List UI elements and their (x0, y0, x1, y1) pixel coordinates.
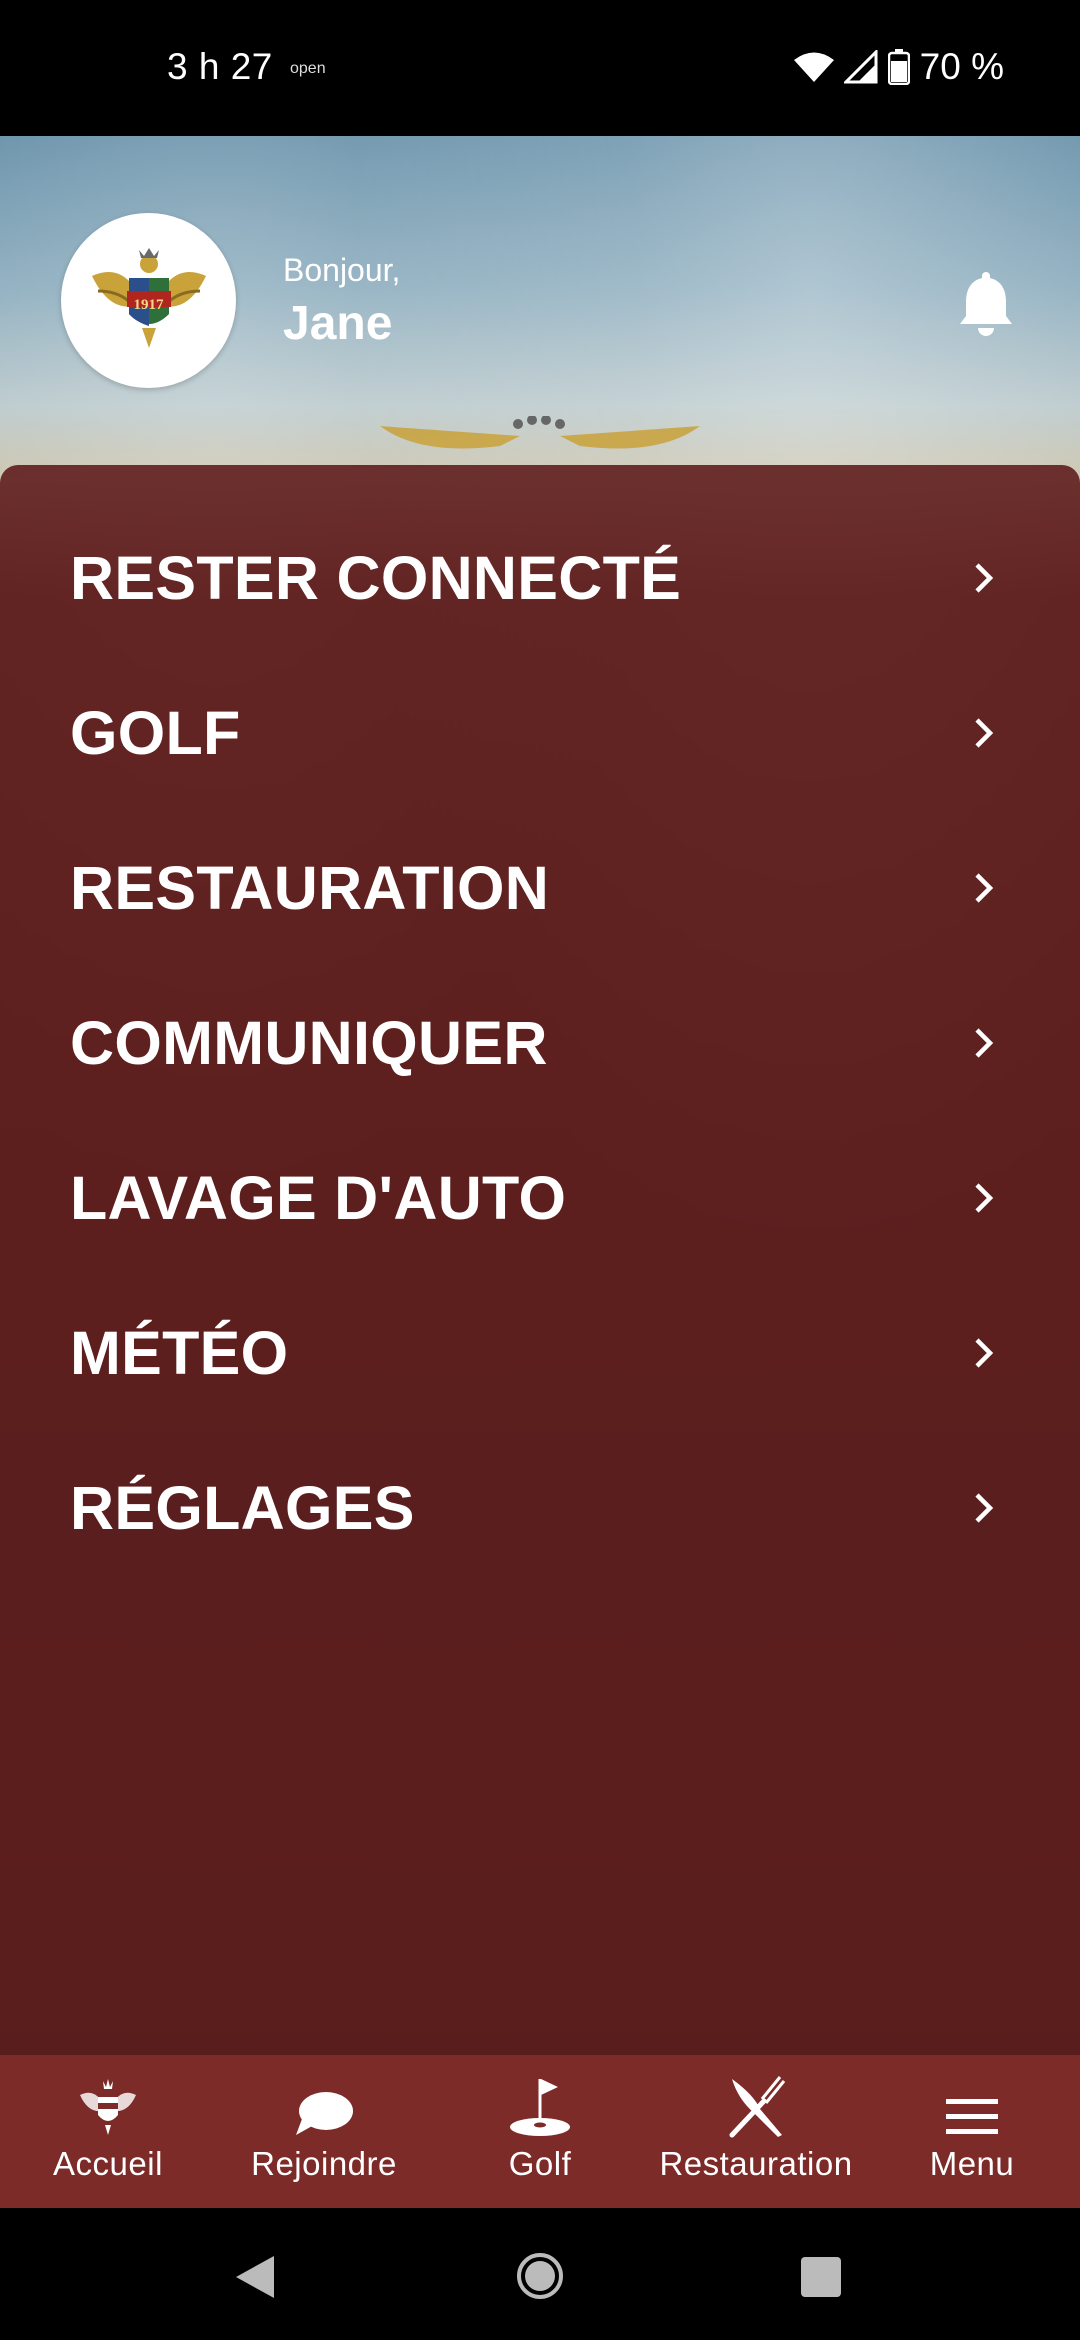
club-logo: 1917 (61, 213, 236, 388)
menu-item-label: COMMUNIQUER (70, 1009, 548, 1077)
menu-item-golf[interactable]: GOLF (0, 655, 1080, 811)
status-time: 3 h 27 (167, 46, 273, 87)
user-name: Jane (283, 297, 393, 350)
chevron-right-icon (975, 1028, 994, 1058)
nav-label: Accueil (53, 2145, 163, 2182)
crest-icon (80, 2079, 136, 2135)
nav-label: Golf (508, 2145, 572, 2182)
wifi-icon (793, 52, 834, 82)
nav-accueil[interactable]: Accueil (0, 2055, 216, 2208)
chevron-right-icon (975, 718, 994, 748)
nav-rejoindre[interactable]: Rejoindre (216, 2055, 432, 2208)
status-bar: 3 h 27 open 70 % (0, 0, 1080, 136)
chevron-right-icon (975, 873, 994, 903)
menu-item-meteo[interactable]: MÉTÉO (0, 1275, 1080, 1431)
greeting-text: Bonjour, (283, 252, 401, 288)
menu-item-label: RESTAURATION (70, 854, 550, 922)
chat-bubble-icon (296, 2092, 353, 2135)
nav-restauration[interactable]: Restauration (648, 2055, 864, 2208)
hamburger-icon (946, 2099, 998, 2134)
fork-knife-icon (729, 2076, 786, 2138)
menu-item-reglages[interactable]: RÉGLAGES (0, 1430, 1080, 1586)
nav-menu[interactable]: Menu (864, 2055, 1080, 2208)
battery-icon (887, 49, 910, 85)
status-indicators: 70 % (793, 46, 1004, 88)
menu-item-communiquer[interactable]: COMMUNIQUER (0, 965, 1080, 1121)
cell-signal-icon (843, 50, 878, 84)
menu-item-rester-connecte[interactable]: RESTER CONNECTÉ (0, 500, 1080, 656)
bottom-navigation: Accueil Rejoindre Golf Restauration Menu (0, 2055, 1080, 2208)
battery-percent: 70 % (919, 46, 1004, 87)
menu-item-label: MÉTÉO (70, 1319, 289, 1387)
recents-icon[interactable] (800, 2256, 842, 2298)
nav-golf[interactable]: Golf (432, 2055, 648, 2208)
menu-item-label: LAVAGE D'AUTO (70, 1164, 567, 1232)
chevron-right-icon (975, 563, 994, 593)
menu-item-label: GOLF (70, 699, 241, 767)
chevron-right-icon (975, 1183, 994, 1213)
golf-flag-icon (510, 2079, 570, 2136)
logo-year: 1917 (133, 297, 164, 313)
nav-label: Menu (929, 2145, 1015, 2182)
back-icon[interactable] (234, 2254, 276, 2300)
nav-label: Restauration (659, 2145, 853, 2182)
notification-bell-icon[interactable] (958, 268, 1014, 336)
status-extra-text: open (290, 60, 326, 77)
system-navigation-bar (0, 2208, 1080, 2340)
main-menu-panel: RESTER CONNECTÉ GOLF RESTAURATION COMMUN… (0, 465, 1080, 2055)
chevron-right-icon (975, 1338, 994, 1368)
menu-item-label: RESTER CONNECTÉ (70, 544, 682, 612)
chevron-right-icon (975, 1493, 994, 1523)
menu-item-lavage-auto[interactable]: LAVAGE D'AUTO (0, 1120, 1080, 1276)
menu-item-label: RÉGLAGES (70, 1474, 415, 1542)
nav-label: Rejoindre (251, 2145, 397, 2182)
home-icon[interactable] (514, 2250, 566, 2302)
menu-item-restauration[interactable]: RESTAURATION (0, 810, 1080, 966)
